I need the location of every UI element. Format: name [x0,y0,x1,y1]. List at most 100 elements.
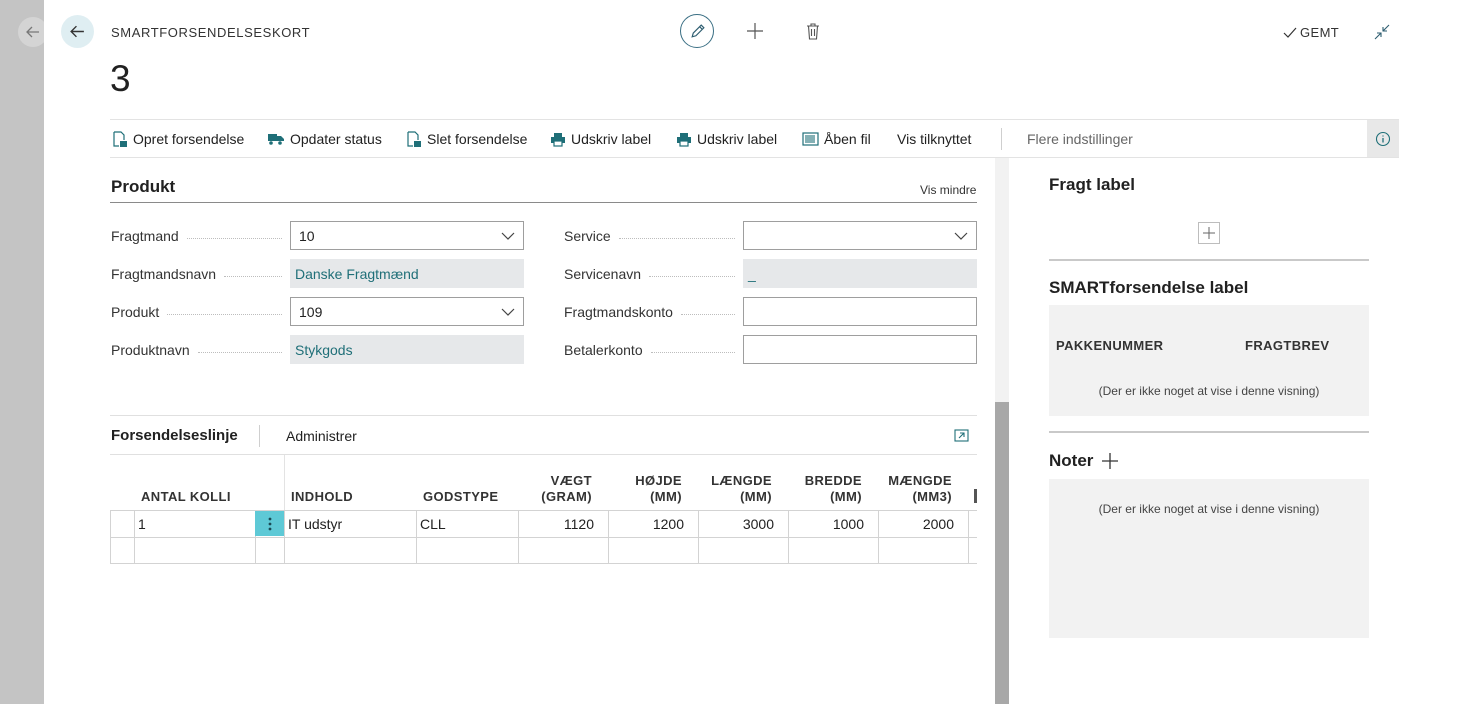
back-arrow-icon [70,25,84,38]
saved-label: GEMT [1300,25,1340,40]
col-header-antal-kolli[interactable]: ANTAL KOLLI [141,489,231,505]
back-button[interactable] [61,15,94,48]
cell-godstype[interactable]: CLL [420,510,514,537]
produkt-select[interactable]: 109 [290,297,524,326]
col-header-bredde[interactable]: BREDDE (MM) [805,473,862,505]
panel-rule [1049,431,1369,433]
action-vis-tilknyttet[interactable]: Vis tilknyttet [897,120,971,158]
action-udskriv-label[interactable]: Udskriv label [550,120,651,158]
produkt-value: 109 [299,303,323,320]
col-header-maengde[interactable]: MÆNGDE (MM3) [888,473,952,505]
cell-antal-kolli[interactable]: 1 [138,510,248,537]
col-header-laengde[interactable]: LÆNGDE (MM) [711,473,772,505]
lines-header-divider [284,455,285,510]
collapse-button[interactable] [1372,22,1392,42]
plus-icon [1203,227,1215,239]
noter-empty: (Der er ikke noget at vise i denne visni… [1098,502,1320,516]
printer-icon [551,132,565,147]
fragtmandskonto-input[interactable] [743,297,977,326]
servicenavn-field: _ [743,259,977,288]
expand-icon [953,428,969,442]
chevron-down-icon [501,308,515,316]
action-bar: Opret forsendelse Opdater status Slet fo… [110,119,1399,158]
lines-separator [259,425,260,447]
cell-bredde[interactable]: 1000 [790,510,864,537]
action-slet-forsendelse[interactable]: Slet forsendelse [406,120,527,158]
saved-indicator: GEMT [1283,25,1339,40]
lines-manage-tab[interactable]: Administrer [286,428,357,444]
row-actions-button[interactable] [255,511,284,536]
lines-expand-button[interactable] [952,426,970,444]
cell-maengde[interactable]: 2000 [880,510,954,537]
col-header-clipped [974,489,977,503]
cell-vaegt[interactable]: 1120 [520,510,594,537]
service-select[interactable] [743,221,977,250]
cell-laengde[interactable]: 3000 [700,510,774,537]
servicenavn-value: _ [748,265,756,282]
cell-hojde[interactable]: 1200 [610,510,684,537]
action-label: Vis tilknyttet [897,131,972,147]
show-less-link[interactable]: Vis mindre [920,183,976,197]
action-opret-forsendelse[interactable]: Opret forsendelse [112,120,244,158]
plus-icon [747,23,763,39]
fragtmandsnavn-value: Danske Fragtmænd [295,265,419,282]
noter-title: Noter [1049,451,1094,470]
col-header-hojde[interactable]: HØJDE (MM) [635,473,682,505]
page-scrollbar-thumb[interactable] [995,402,1009,704]
chevron-down-icon [501,232,515,240]
document-shipment-icon [113,130,127,147]
produktnavn-field: Stykgods [290,335,524,364]
fragtmandsnavn-field: Danske Fragtmænd [290,259,524,288]
col-header-pakkenummer[interactable]: PAKKENUMMER [1056,338,1163,353]
action-label: Opret forsendelse [133,131,245,147]
noter-header: Noter [1049,451,1119,471]
fragtmand-value: 10 [299,227,315,244]
field-label-fragtmand: Fragtmand [111,228,290,244]
action-udskriv-label-2[interactable]: Udskriv label [676,120,777,158]
action-label: Udskriv label [571,131,652,147]
panel-rule [1049,259,1369,261]
document-delete-icon [407,130,421,147]
collapse-icon [1374,24,1390,40]
truck-refresh-icon [268,134,284,145]
col-header-vaegt[interactable]: VÆGT (GRAM) [541,473,592,505]
col-header-fragtbrev[interactable]: FRAGTBREV [1245,338,1330,353]
lines-top-rule [110,415,977,416]
action-opdater-status[interactable]: Opdater status [267,120,382,158]
fragt-label-add-button[interactable] [1198,222,1220,244]
action-label: Opdater status [290,131,382,147]
printer-icon [677,132,691,147]
plus-icon[interactable] [1101,452,1119,470]
field-label-produkt: Produkt [111,304,290,320]
field-label-service: Service [564,228,743,244]
action-aaben-fil[interactable]: Åben fil [802,120,871,158]
back-arrow-icon [26,26,39,38]
pencil-icon [690,23,705,38]
factbox-toggle-button[interactable] [1367,120,1399,157]
lines-grid: 1 IT udstyr CLL 1120 1200 3000 1000 2000 [110,510,977,564]
backdrop-page [0,0,44,704]
delete-button[interactable] [802,20,824,42]
trash-icon [807,22,819,40]
action-label: Flere indstillinger [1027,131,1133,147]
cell-indhold[interactable]: IT udstyr [288,510,412,537]
action-label: Åben fil [824,131,871,147]
action-label: Udskriv label [697,131,778,147]
edit-button[interactable] [680,14,714,48]
field-label-betalerkonto: Betalerkonto [564,342,743,358]
smart-label-list: PAKKENUMMER FRAGTBREV (Der er ikke noget… [1049,305,1369,416]
new-button[interactable] [744,20,766,42]
action-separator [1001,128,1002,150]
chevron-down-icon [954,232,968,240]
betalerkonto-input[interactable] [743,335,977,364]
action-label: Slet forsendelse [427,131,528,147]
field-label-fragtmandskonto: Fragtmandskonto [564,304,743,320]
action-more-options[interactable]: Flere indstillinger [1027,120,1133,158]
col-header-godstype[interactable]: GODSTYPE [423,489,498,505]
fragtmand-select[interactable]: 10 [290,221,524,250]
section-rule [110,202,977,203]
section-title-produkt: Produkt [111,177,176,196]
info-icon [1375,131,1391,146]
more-vertical-icon [268,517,271,530]
col-header-indhold[interactable]: INDHOLD [291,489,353,505]
